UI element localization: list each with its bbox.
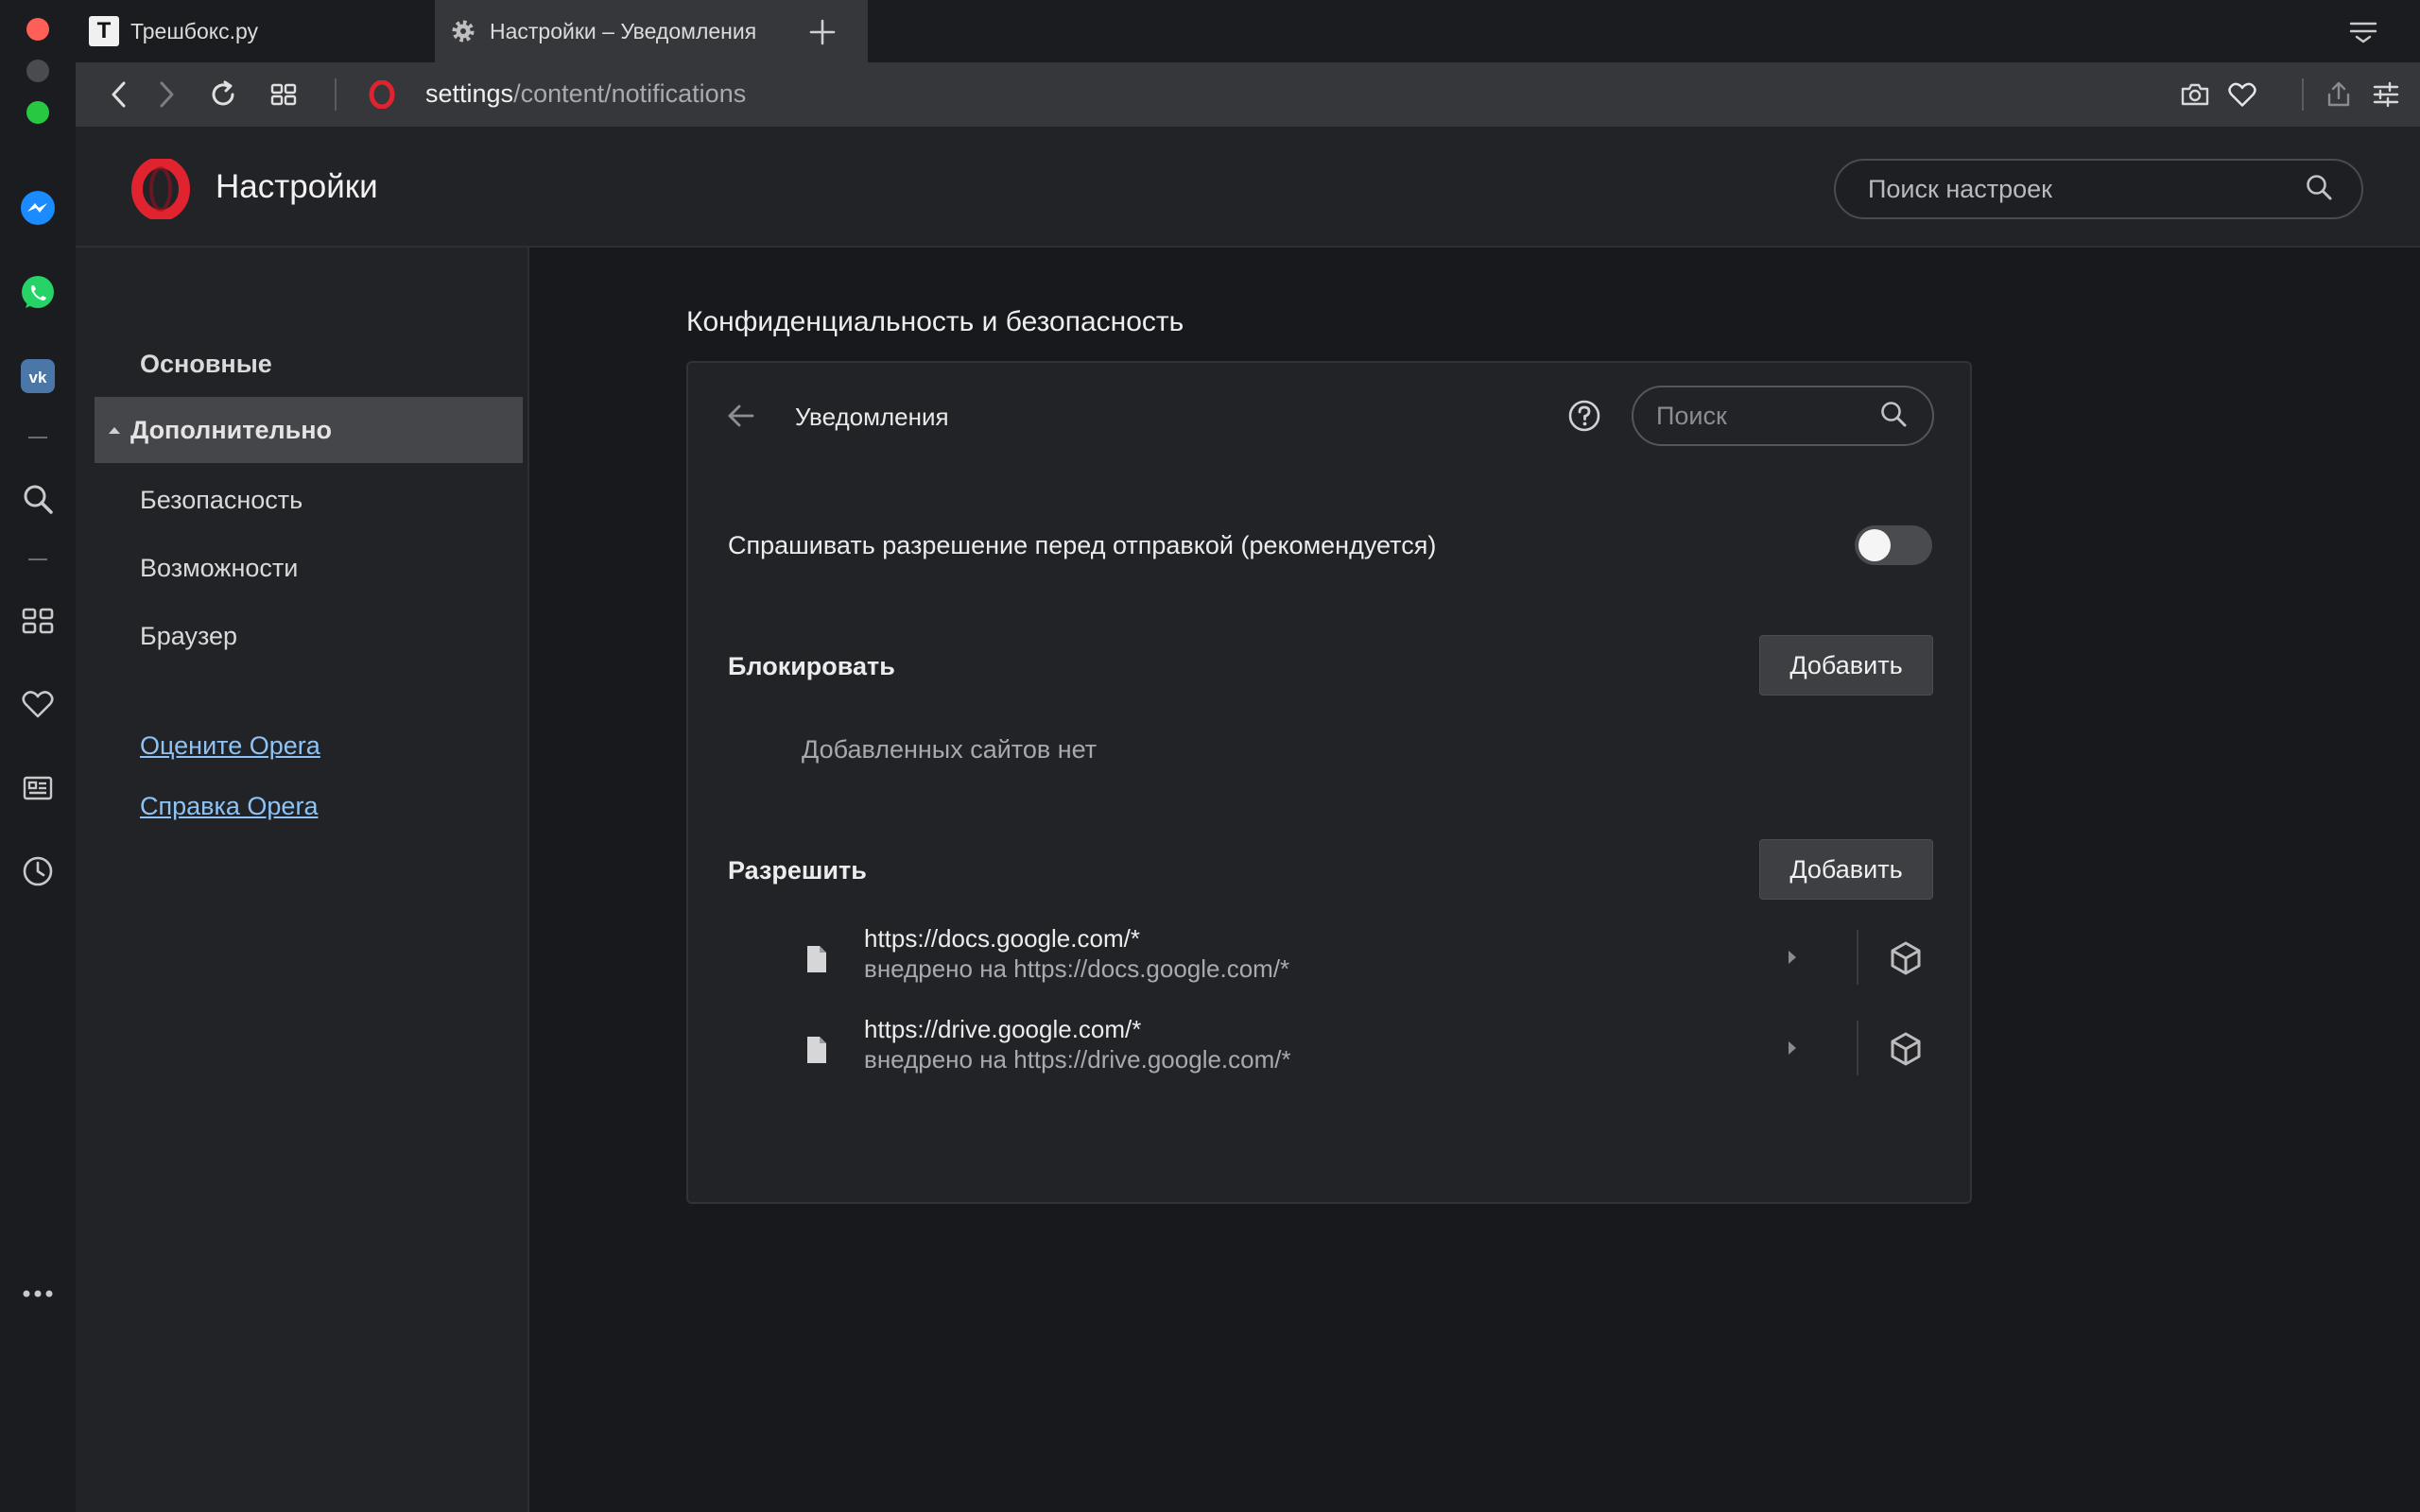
ask-permission-label: Спрашивать разрешение перед отправкой (р… [728,531,1437,559]
block-empty-message: Добавленных сайтов нет [802,735,1098,764]
card-search-box[interactable] [1632,386,1934,446]
extension-cube-icon[interactable] [1887,939,1925,977]
window-close-button[interactable] [26,18,49,41]
forward-button[interactable] [144,72,189,117]
nav-item-security[interactable]: Безопасность [140,486,302,515]
nav-item-basic[interactable]: Основные [140,350,272,379]
bookmarks-heart-icon[interactable] [17,683,59,725]
document-icon [807,1037,826,1063]
history-clock-icon[interactable] [17,850,59,892]
tab-grid-button[interactable] [261,72,306,117]
tab-bar: T Трешбокс.ру Настройки – Уведомления [76,0,2420,62]
window-zoom-button[interactable] [26,101,49,124]
notifications-card: Уведомления Спрашивать разрешение перед … [686,361,1972,1204]
site-embedded: внедрено на https://drive.google.com/* [864,1045,1291,1074]
allow-add-button[interactable]: Добавить [1759,839,1933,900]
settings-header: Настройки [76,127,2420,248]
snapshot-camera-icon[interactable] [2172,72,2218,117]
page-title: Настройки [216,168,378,205]
news-icon[interactable] [17,767,59,809]
reload-button[interactable] [200,72,246,117]
search-icon[interactable] [17,478,59,520]
settings-search-input[interactable] [1868,174,2305,204]
toggle-knob [1858,529,1891,561]
block-add-button[interactable]: Добавить [1759,635,1933,696]
window-minimize-button[interactable] [26,60,49,82]
url-host: settings [425,79,514,108]
search-icon [2305,173,2333,206]
share-icon[interactable] [2316,72,2361,117]
new-tab-button[interactable] [800,9,845,55]
opera-logo-icon [130,157,191,224]
rate-opera-link[interactable]: Оцените Opera [140,731,320,761]
tab-title: Настройки – Уведомления [490,18,757,43]
card-title: Уведомления [795,403,949,431]
settings-search-box[interactable] [1834,159,2363,219]
settings-gear-icon [448,16,478,46]
address-bar: settings/content/notifications [76,62,2420,127]
svg-text:vk: vk [29,369,47,387]
nav-item-browser[interactable]: Браузер [140,622,237,651]
back-arrow-icon[interactable] [724,399,758,433]
allow-section-label: Разрешить [728,856,867,885]
nav-item-advanced[interactable]: Дополнительно [95,397,523,463]
back-button[interactable] [96,72,142,117]
url-path: /content/notifications [513,79,747,108]
browser-sidebar: vk [0,0,76,1512]
tab-title: Трешбокс.ру [130,18,259,43]
site-search-input[interactable] [1656,401,1879,431]
ask-permission-toggle[interactable] [1855,525,1932,565]
bookmark-heart-icon[interactable] [2220,72,2265,117]
nav-item-features[interactable]: Возможности [140,554,298,583]
treshbox-favicon-icon: T [89,16,119,46]
speed-dial-icon[interactable] [17,600,59,642]
vk-icon[interactable]: vk [17,355,59,397]
site-embedded: внедрено на https://docs.google.com/* [864,954,1290,983]
opera-site-icon [359,72,405,117]
search-icon [1879,400,1908,433]
more-options-icon[interactable] [17,1273,59,1314]
easy-setup-icon[interactable] [2363,72,2409,117]
allowed-site-row[interactable]: https://docs.google.com/* внедрено на ht… [688,924,1970,1000]
section-title: Конфиденциальность и безопасность [686,306,1184,337]
nav-item-advanced-label: Дополнительно [130,415,333,444]
collapse-triangle-icon [109,427,120,434]
messenger-icon[interactable] [17,187,59,229]
site-url: https://docs.google.com/* [864,924,1140,953]
settings-nav: Основные Дополнительно Безопасность Возм… [76,248,529,1512]
expand-arrow-icon[interactable] [1785,1040,1800,1057]
opera-help-link[interactable]: Справка Opera [140,792,318,821]
site-url: https://drive.google.com/* [864,1015,1142,1043]
url-field[interactable]: settings/content/notifications [425,79,746,109]
tab-treshbox[interactable]: T Трешбокс.ру [85,0,435,62]
document-icon [807,946,826,972]
allowed-site-row[interactable]: https://drive.google.com/* внедрено на h… [688,1015,1970,1091]
help-icon[interactable] [1567,399,1601,438]
tab-menu-icon[interactable] [2341,9,2386,55]
expand-arrow-icon[interactable] [1785,949,1800,966]
whatsapp-icon[interactable] [17,272,59,314]
extension-cube-icon[interactable] [1887,1030,1925,1068]
block-section-label: Блокировать [728,652,895,680]
